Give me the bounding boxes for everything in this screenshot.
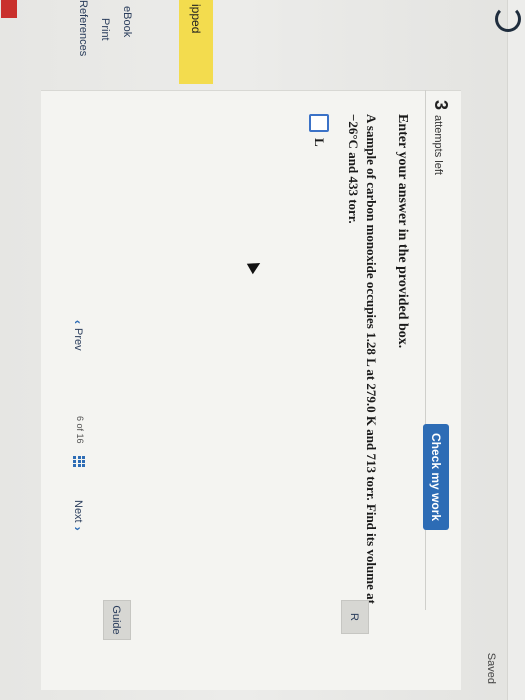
- unit-label: L: [312, 138, 327, 147]
- right-tabs: R Guide: [41, 600, 461, 700]
- grid-icon[interactable]: [73, 456, 85, 468]
- question-text: A sample of carbon monoxide occupies 1.2…: [346, 114, 379, 604]
- references-link[interactable]: References: [77, 0, 89, 56]
- guide-tab[interactable]: Guide: [103, 600, 131, 640]
- attempts-count: 3: [431, 100, 451, 111]
- attempts-bar: 3 attempts left: [425, 90, 453, 610]
- skipped-badge[interactable]: ipped: [179, 0, 213, 84]
- saved-status: Saved: [485, 652, 497, 684]
- attempts-text: attempts left: [432, 115, 444, 175]
- print-link[interactable]: Print: [99, 18, 111, 41]
- chevron-right-icon: ›: [71, 526, 85, 531]
- ebook-link[interactable]: eBook: [121, 6, 133, 37]
- prev-label: Prev: [72, 328, 84, 351]
- left-rail: ipped eBook Print References: [0, 0, 463, 84]
- attempts-left: 3 attempts left: [430, 100, 451, 175]
- question-navigation: ‹ Prev 6 of 16 Next ›: [65, 90, 95, 610]
- prev-button[interactable]: ‹ Prev: [71, 320, 85, 351]
- next-label: Next: [72, 500, 84, 523]
- top-strip: [507, 0, 525, 700]
- check-my-work-button[interactable]: Check my work: [423, 424, 449, 530]
- chevron-left-icon: ‹: [71, 320, 85, 324]
- brand-logo-icon: [1, 0, 17, 18]
- screen: Saved ipped eBook Print References 3 att…: [0, 0, 525, 700]
- app-logo-icon: [495, 6, 521, 32]
- answer-input[interactable]: [309, 114, 329, 132]
- right-tab-top[interactable]: R: [341, 600, 369, 634]
- page-indicator: 6 of 16: [75, 416, 85, 444]
- next-button[interactable]: Next ›: [71, 500, 85, 531]
- instruction-text: Enter your answer in the provided box.: [395, 114, 410, 349]
